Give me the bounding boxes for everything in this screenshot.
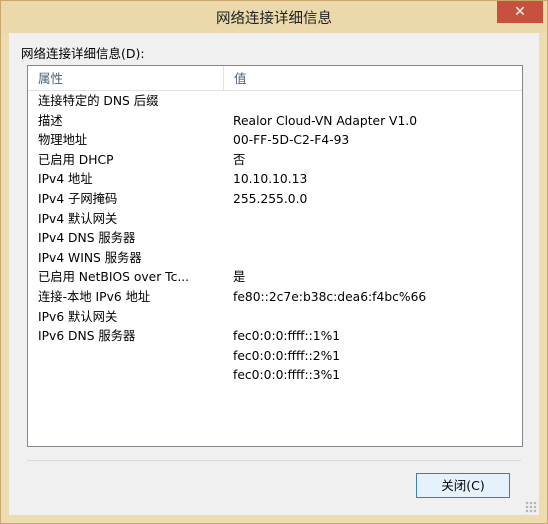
- row-attribute: 连接特定的 DNS 后缀: [38, 94, 159, 108]
- list-item[interactable]: 连接特定的 DNS 后缀: [28, 92, 522, 111]
- list-item[interactable]: 已启用 NetBIOS over Tc... 是: [28, 268, 522, 287]
- list-item[interactable]: IPv4 WINS 服务器: [28, 249, 522, 268]
- list-item[interactable]: IPv4 子网掩码 255.255.0.0: [28, 190, 522, 209]
- list-item[interactable]: 已启用 DHCP 否: [28, 151, 522, 170]
- row-attribute: 已启用 DHCP: [38, 152, 114, 167]
- row-attribute: 连接-本地 IPv6 地址: [38, 290, 151, 304]
- row-attribute: 描述: [38, 113, 63, 128]
- row-value: 00-FF-5D-C2-F4-93: [233, 133, 350, 148]
- row-attribute: 已启用 NetBIOS over Tc...: [38, 270, 190, 285]
- details-list-label: 网络连接详细信息(D):: [21, 46, 145, 61]
- details-listview[interactable]: 属性 值 连接特定的 DNS 后缀 描述 Realor Cloud-VN Adapt…: [27, 65, 523, 447]
- window-title: 网络连接详细信息: [216, 11, 332, 27]
- list-item[interactable]: IPv4 地址 10.10.10.13: [28, 170, 522, 189]
- row-value: fe80::2c7e:b38c:dea6:f4bc%66: [233, 290, 427, 304]
- list-header: 属性 值: [28, 66, 522, 91]
- list-item[interactable]: fec0:0:0:ffff::2%1: [28, 347, 522, 366]
- row-value: fec0:0:0:ffff::2%1: [233, 348, 341, 363]
- list-item[interactable]: IPv6 DNS 服务器 fec0:0:0:ffff::1%1: [28, 327, 522, 346]
- column-header-attribute[interactable]: 属性: [28, 66, 224, 90]
- row-attribute: IPv6 DNS 服务器: [38, 329, 136, 344]
- row-value: 否: [233, 152, 246, 167]
- row-value: Realor Cloud-VN Adapter V1.0: [233, 113, 418, 128]
- list-item[interactable]: 物理地址 00-FF-5D-C2-F4-93: [28, 131, 522, 150]
- list-item[interactable]: 描述 Realor Cloud-VN Adapter V1.0: [28, 112, 522, 131]
- list-item[interactable]: IPv4 DNS 服务器: [28, 229, 522, 248]
- separator: [27, 460, 521, 461]
- close-button[interactable]: 关闭(C): [416, 473, 510, 498]
- row-attribute: 物理地址: [38, 133, 88, 148]
- list-item[interactable]: IPv4 默认网关: [28, 210, 522, 229]
- row-value: fec0:0:0:ffff::3%1: [233, 368, 341, 383]
- close-icon: ✕: [514, 4, 526, 20]
- window-close-button[interactable]: ✕: [497, 1, 543, 23]
- row-value: fec0:0:0:ffff::1%1: [233, 329, 341, 344]
- row-attribute: IPv6 默认网关: [38, 309, 118, 324]
- list-item[interactable]: fec0:0:0:ffff::3%1: [28, 366, 522, 385]
- row-value: 是: [233, 270, 246, 285]
- list-item[interactable]: 连接-本地 IPv6 地址 fe80::2c7e:b38c:dea6:f4bc%6…: [28, 288, 522, 307]
- column-header-value[interactable]: 值: [224, 66, 522, 90]
- row-attribute: IPv4 子网掩码: [38, 192, 118, 206]
- row-attribute: IPv4 地址: [38, 172, 93, 187]
- list-item[interactable]: IPv6 默认网关: [28, 308, 522, 327]
- resize-grip-icon[interactable]: [525, 501, 537, 513]
- row-attribute: IPv4 默认网关: [38, 211, 118, 226]
- network-details-dialog: 网络连接详细信息 ✕ 网络连接详细信息(D): 属性 值 连接特定的 DNS 后…: [0, 0, 548, 524]
- row-attribute: IPv4 WINS 服务器: [38, 250, 142, 265]
- title-bar[interactable]: 网络连接详细信息 ✕: [1, 1, 547, 33]
- row-value: 10.10.10.13: [233, 172, 308, 187]
- row-value: 255.255.0.0: [233, 192, 308, 206]
- row-attribute: IPv4 DNS 服务器: [38, 231, 136, 246]
